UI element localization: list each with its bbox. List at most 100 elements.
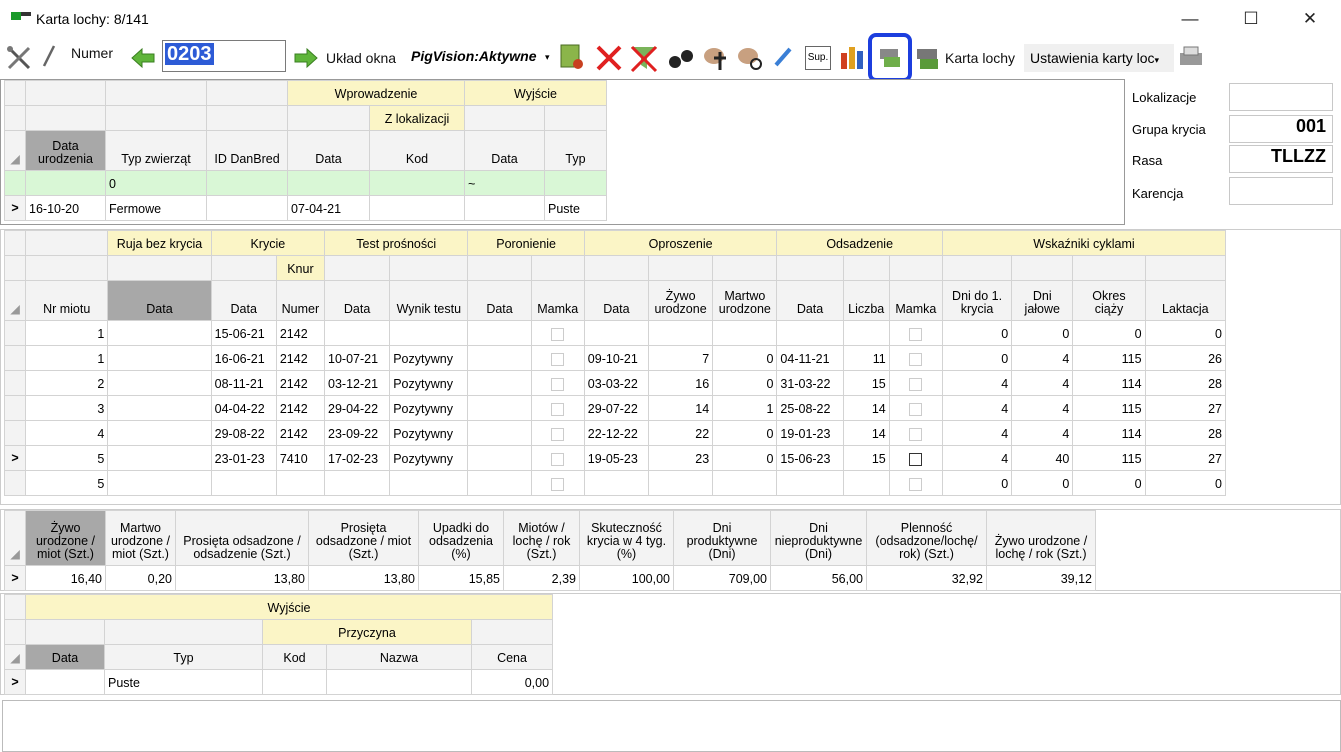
col-nr-miotu[interactable]: Nr miotu (25, 280, 109, 321)
col-dni-jalowe[interactable]: Dni jałowe (1011, 280, 1074, 321)
col-knur-numer[interactable]: Numer (275, 280, 326, 321)
mamka-checkbox[interactable] (551, 428, 565, 441)
arrow-left-icon[interactable] (130, 47, 156, 69)
col-data[interactable]: Data (25, 644, 105, 670)
printer-icon[interactable] (1176, 45, 1206, 71)
col-indicator[interactable]: Upadki do odsadzenia (%) (418, 510, 504, 566)
filter-cell[interactable] (369, 170, 465, 196)
col-cena[interactable]: Cena (470, 644, 554, 670)
filter-cell[interactable] (543, 170, 608, 196)
side-panel: Lokalizacje Grupa krycia 001 Rasa TLLZZ … (1125, 79, 1341, 206)
karta-lochy-label[interactable]: Karta lochy (945, 50, 1015, 66)
uklad-okna-label[interactable]: Układ okna (326, 50, 396, 66)
mamka-checkbox[interactable] (909, 378, 923, 391)
table-row[interactable]: 3 04-04-22 2142 29-04-22 Pozytywny 29-07-22 14… (3, 395, 1227, 421)
table-row[interactable]: >16-10-20 Fermowe 07-04-21 Puste (4, 195, 608, 221)
col-indicator[interactable]: Dni produktywne (Dni) (673, 510, 771, 566)
mamka-checkbox[interactable] (909, 328, 923, 341)
notes-panel[interactable] (2, 700, 1341, 752)
col-poronienie-data[interactable]: Data (467, 280, 532, 321)
sup-button[interactable]: Sup. (805, 46, 831, 70)
col-ruja-data[interactable]: Data (107, 280, 212, 321)
ustawienia-dropdown[interactable]: Ustawienia karty loc▾ (1024, 44, 1174, 72)
col-kod[interactable]: Kod (262, 644, 327, 670)
filter-cell[interactable] (25, 170, 106, 196)
wrench-icon[interactable] (40, 44, 58, 70)
col-kod[interactable]: Kod (369, 130, 465, 171)
mamka-checkbox[interactable] (551, 378, 565, 391)
document-gear-icon[interactable] (558, 42, 586, 72)
mamka-checkbox[interactable] (909, 478, 923, 491)
mamka-checkbox[interactable] (909, 428, 923, 441)
pig-cross-icon[interactable] (700, 42, 730, 72)
mamka-checkbox[interactable] (551, 478, 565, 491)
table-row[interactable]: 2 08-11-21 2142 03-12-21 Pozytywny 03-03-22 16… (3, 370, 1227, 396)
col-martwo-urodzone[interactable]: Martwo urodzone (712, 280, 778, 321)
col-poronienie-mamka[interactable]: Mamka (530, 280, 585, 321)
col-liczba[interactable]: Liczba (842, 280, 890, 321)
col-indicator[interactable]: Prosięta odsadzone / odsadzenie (Szt.) (175, 510, 309, 566)
mamka-checkbox[interactable] (551, 353, 565, 366)
syringe-icon[interactable] (772, 45, 794, 69)
col-oproszenie-data[interactable]: Data (583, 280, 650, 321)
mamka-checkbox[interactable] (551, 453, 565, 466)
filter-typ[interactable]: 0 (105, 170, 207, 196)
filter-cell[interactable] (206, 170, 288, 196)
pigvision-dropdown[interactable]: PigVision:Aktywne (411, 48, 550, 64)
arrow-right-icon[interactable] (293, 47, 319, 69)
bar-chart-icon[interactable] (838, 43, 868, 71)
chevron-down-icon[interactable]: ▾ (545, 52, 550, 63)
filter-data[interactable]: ~ (464, 170, 545, 196)
mamka-checkbox[interactable] (909, 353, 923, 366)
maximize-button[interactable]: ☐ (1228, 4, 1274, 34)
rasa-value: TLLZZ (1229, 145, 1333, 173)
table-row[interactable]: 50000 (3, 470, 1227, 496)
col-indicator[interactable]: Martwo urodzone / miot (Szt.) (105, 510, 176, 566)
col-krycie-data[interactable]: Data (210, 280, 277, 321)
highlight-box (868, 33, 912, 82)
col-dni-do-krycia[interactable]: Dni do 1. krycia (941, 280, 1013, 321)
col-test-data[interactable]: Data (323, 280, 391, 321)
mamka-checkbox[interactable] (551, 328, 565, 341)
table-row[interactable]: 4 29-08-22 2142 23-09-22 Pozytywny 22-12-22 22… (3, 420, 1227, 446)
col-indicator[interactable]: Żywo urodzone / lochę / rok (Szt.) (986, 510, 1096, 566)
col-zywo-urodzone[interactable]: Żywo urodzone (647, 280, 714, 321)
mamka-checkbox[interactable] (909, 453, 923, 466)
table-row[interactable]: >5 23-01-23 7410 17-02-23 Pozytywny 19-05-23 2… (3, 445, 1227, 471)
delete-x-icon[interactable] (594, 43, 624, 73)
table-row[interactable]: 1 15-06-21 2142 0 0 0 0 (3, 320, 1227, 346)
col-data-urodzenia[interactable]: Data urodzenia (25, 130, 106, 171)
close-button[interactable]: ✕ (1287, 4, 1333, 34)
col-id-danbred[interactable]: ID DanBred (206, 130, 288, 171)
col-indicator[interactable]: Dni nieproduktywne (Dni) (770, 510, 867, 566)
col-typ[interactable]: Typ (543, 130, 608, 171)
col-odsadzenie-mamka[interactable]: Mamka (888, 280, 943, 321)
tools-icon[interactable] (5, 44, 35, 72)
col-indicator[interactable]: Miotów / lochę / rok (Szt.) (503, 510, 580, 566)
table-row[interactable]: > Puste 0,00 (4, 669, 554, 695)
col-typ-zwierzat[interactable]: Typ zwierząt (105, 130, 207, 171)
printer-grid-icon[interactable] (914, 45, 942, 71)
table-row[interactable]: >16,40 0,20 13,80 13,80 15,85 2,39 100,00 709,0… (4, 565, 1096, 591)
delete-filter-icon[interactable] (628, 43, 660, 73)
col-indicator[interactable]: Plenność (odsadzone/lochę/ rok) (Szt.) (866, 510, 987, 566)
mamka-checkbox[interactable] (551, 403, 565, 416)
filter-cell[interactable] (287, 170, 370, 196)
minimize-button[interactable]: — (1167, 4, 1213, 34)
col-indicator[interactable]: Skuteczność krycia w 4 tyg. (%) (579, 510, 674, 566)
binoculars-icon[interactable] (666, 44, 696, 72)
col-laktacja[interactable]: Laktacja (1144, 280, 1227, 321)
col-data[interactable]: Data (464, 130, 545, 171)
col-data[interactable]: Data (287, 130, 370, 171)
col-typ[interactable]: Typ (104, 644, 263, 670)
pig-refresh-icon[interactable] (734, 42, 764, 72)
mamka-checkbox[interactable] (909, 403, 923, 416)
col-okres-ciazy[interactable]: Okres ciąży (1072, 280, 1146, 321)
col-nazwa[interactable]: Nazwa (326, 644, 472, 670)
numer-input[interactable]: 0203 (162, 40, 286, 72)
col-indicator[interactable]: Żywo urodzone / miot (Szt.) (25, 510, 106, 566)
col-wynik-testu[interactable]: Wynik testu (389, 280, 469, 321)
col-indicator[interactable]: Prosięta odsadzone / miot (Szt.) (308, 510, 419, 566)
col-odsadzenie-data[interactable]: Data (776, 280, 844, 321)
table-row[interactable]: 1 16-06-21 2142 10-07-21 Pozytywny 09-10-21 7 0… (3, 345, 1227, 371)
